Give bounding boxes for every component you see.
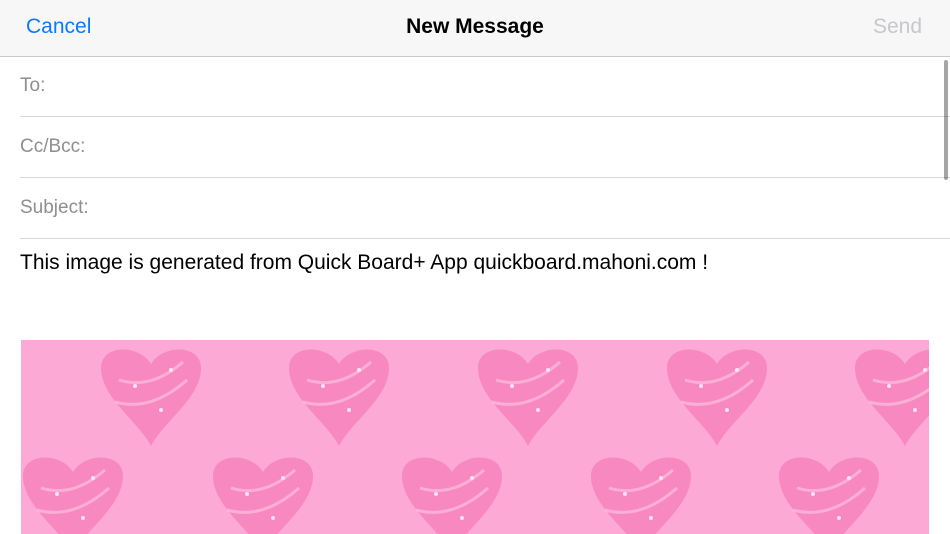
cc-bcc-input[interactable]	[95, 130, 930, 164]
heart-icon	[667, 349, 767, 446]
to-field[interactable]: To:	[20, 57, 950, 117]
heart-icon	[101, 349, 201, 446]
subject-label: Subject:	[20, 197, 89, 218]
heart-icon	[855, 349, 929, 446]
heart-pattern-image	[23, 349, 929, 534]
mail-compose-screen: Cancel New Message Send To: Cc/Bcc: Subj…	[0, 0, 950, 534]
send-button[interactable]: Send	[873, 15, 922, 39]
heart-icon	[591, 457, 691, 534]
subject-field[interactable]: Subject:	[20, 179, 950, 239]
to-label: To:	[20, 75, 46, 96]
heart-icon	[23, 457, 123, 534]
scrollbar[interactable]	[944, 60, 948, 180]
subject-input[interactable]	[100, 191, 930, 225]
attached-image[interactable]	[21, 340, 929, 534]
heart-icon	[402, 457, 502, 534]
heart-icon	[779, 457, 879, 534]
heart-icon	[289, 349, 389, 446]
cc-bcc-label: Cc/Bcc:	[20, 136, 86, 157]
page-title: New Message	[406, 15, 544, 38]
heart-icon	[213, 457, 313, 534]
to-input[interactable]	[60, 69, 930, 103]
message-body-text[interactable]: This image is generated from Quick Board…	[20, 251, 708, 275]
navigation-bar: Cancel New Message Send	[0, 0, 950, 57]
heart-icon	[478, 349, 578, 446]
cc-bcc-field[interactable]: Cc/Bcc:	[20, 118, 950, 178]
